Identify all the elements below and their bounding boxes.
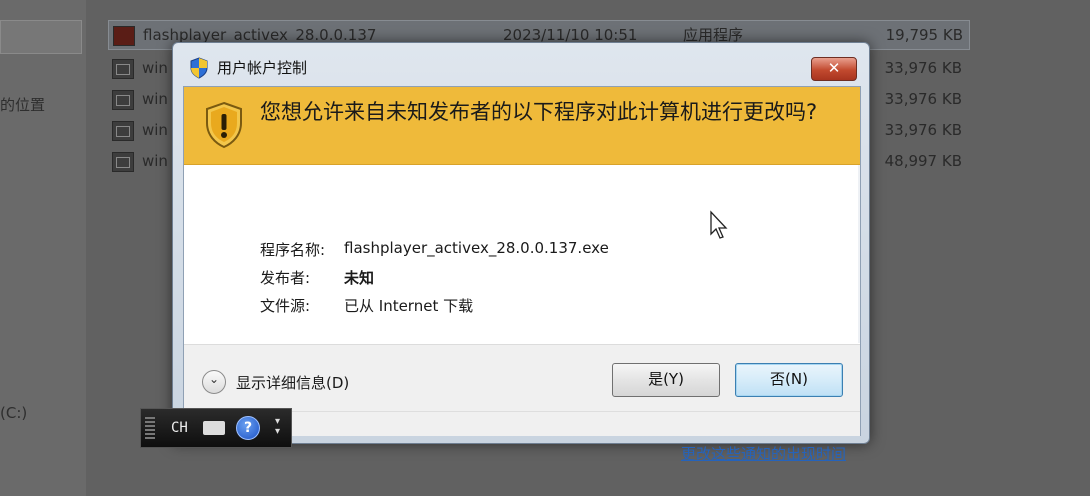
dialog-content: 您想允许来自未知发布者的以下程序对此计算机进行更改吗? 程序名称: flashp… [183, 86, 861, 463]
file-source-value: 已从 Internet 下载 [344, 297, 474, 315]
uac-shield-icon [190, 57, 208, 79]
drag-handle[interactable] [145, 417, 155, 441]
installer-file-icon [112, 90, 134, 110]
navigation-pane: 的位置 (C:) [0, 0, 86, 496]
chevron-down-icon[interactable]: ⌄ [202, 370, 226, 394]
no-button[interactable]: 否(N) [735, 363, 843, 397]
language-bar[interactable]: CH ? ▾ ▾ [140, 408, 292, 448]
mouse-pointer-icon [710, 210, 728, 239]
installer-file-icon [112, 152, 134, 172]
publisher-label: 发布者: [260, 269, 311, 287]
file-size: 48,997 KB [884, 152, 962, 170]
program-name-label: 程序名称: [260, 241, 326, 259]
input-language-indicator[interactable]: CH [171, 420, 188, 436]
file-size: 33,976 KB [884, 121, 962, 139]
file-size: 19,795 KB [885, 26, 963, 44]
options-menu-icon[interactable]: ▾ ▾ [275, 417, 285, 439]
uac-dialog: 用户帐户控制 ✕ 您想允许来自未知发布者的以下程序对此计算机进行更改吗? 程序名… [172, 42, 870, 463]
dialog-title: 用户帐户控制 [217, 59, 308, 77]
file-name: win [142, 59, 168, 77]
installer-file-icon [112, 59, 134, 79]
keyboard-icon[interactable] [203, 421, 225, 435]
file-name: win [142, 152, 168, 170]
installer-file-icon [112, 121, 134, 141]
file-size: 33,976 KB [884, 90, 962, 108]
help-icon[interactable]: ? [236, 416, 260, 440]
flash-file-icon [113, 26, 135, 46]
close-button[interactable]: ✕ [811, 57, 857, 81]
nav-item-drive-c[interactable]: (C:) [0, 404, 27, 422]
dialog-titlebar[interactable]: 用户帐户控制 ✕ [173, 43, 869, 83]
nav-item-locations[interactable]: 的位置 [0, 94, 45, 115]
file-name: win [142, 90, 168, 108]
file-source-label: 文件源: [260, 297, 311, 315]
change-notification-settings-link[interactable]: 更改这些通知的出现时间 [681, 443, 846, 464]
file-size: 33,976 KB [884, 59, 962, 77]
uac-question: 您想允许来自未知发布者的以下程序对此计算机进行更改吗? [260, 100, 818, 124]
nav-selected-item [0, 20, 82, 54]
warning-shield-icon [206, 101, 242, 149]
file-name: win [142, 121, 168, 139]
program-name-value: flashplayer_activex_28.0.0.137.exe [344, 239, 609, 257]
show-details-label[interactable]: 显示详细信息(D) [236, 372, 349, 393]
yes-button[interactable]: 是(Y) [612, 363, 720, 397]
warning-banner: 您想允许来自未知发布者的以下程序对此计算机进行更改吗? [184, 87, 860, 165]
publisher-value: 未知 [344, 269, 375, 287]
content-divider [858, 165, 860, 343]
